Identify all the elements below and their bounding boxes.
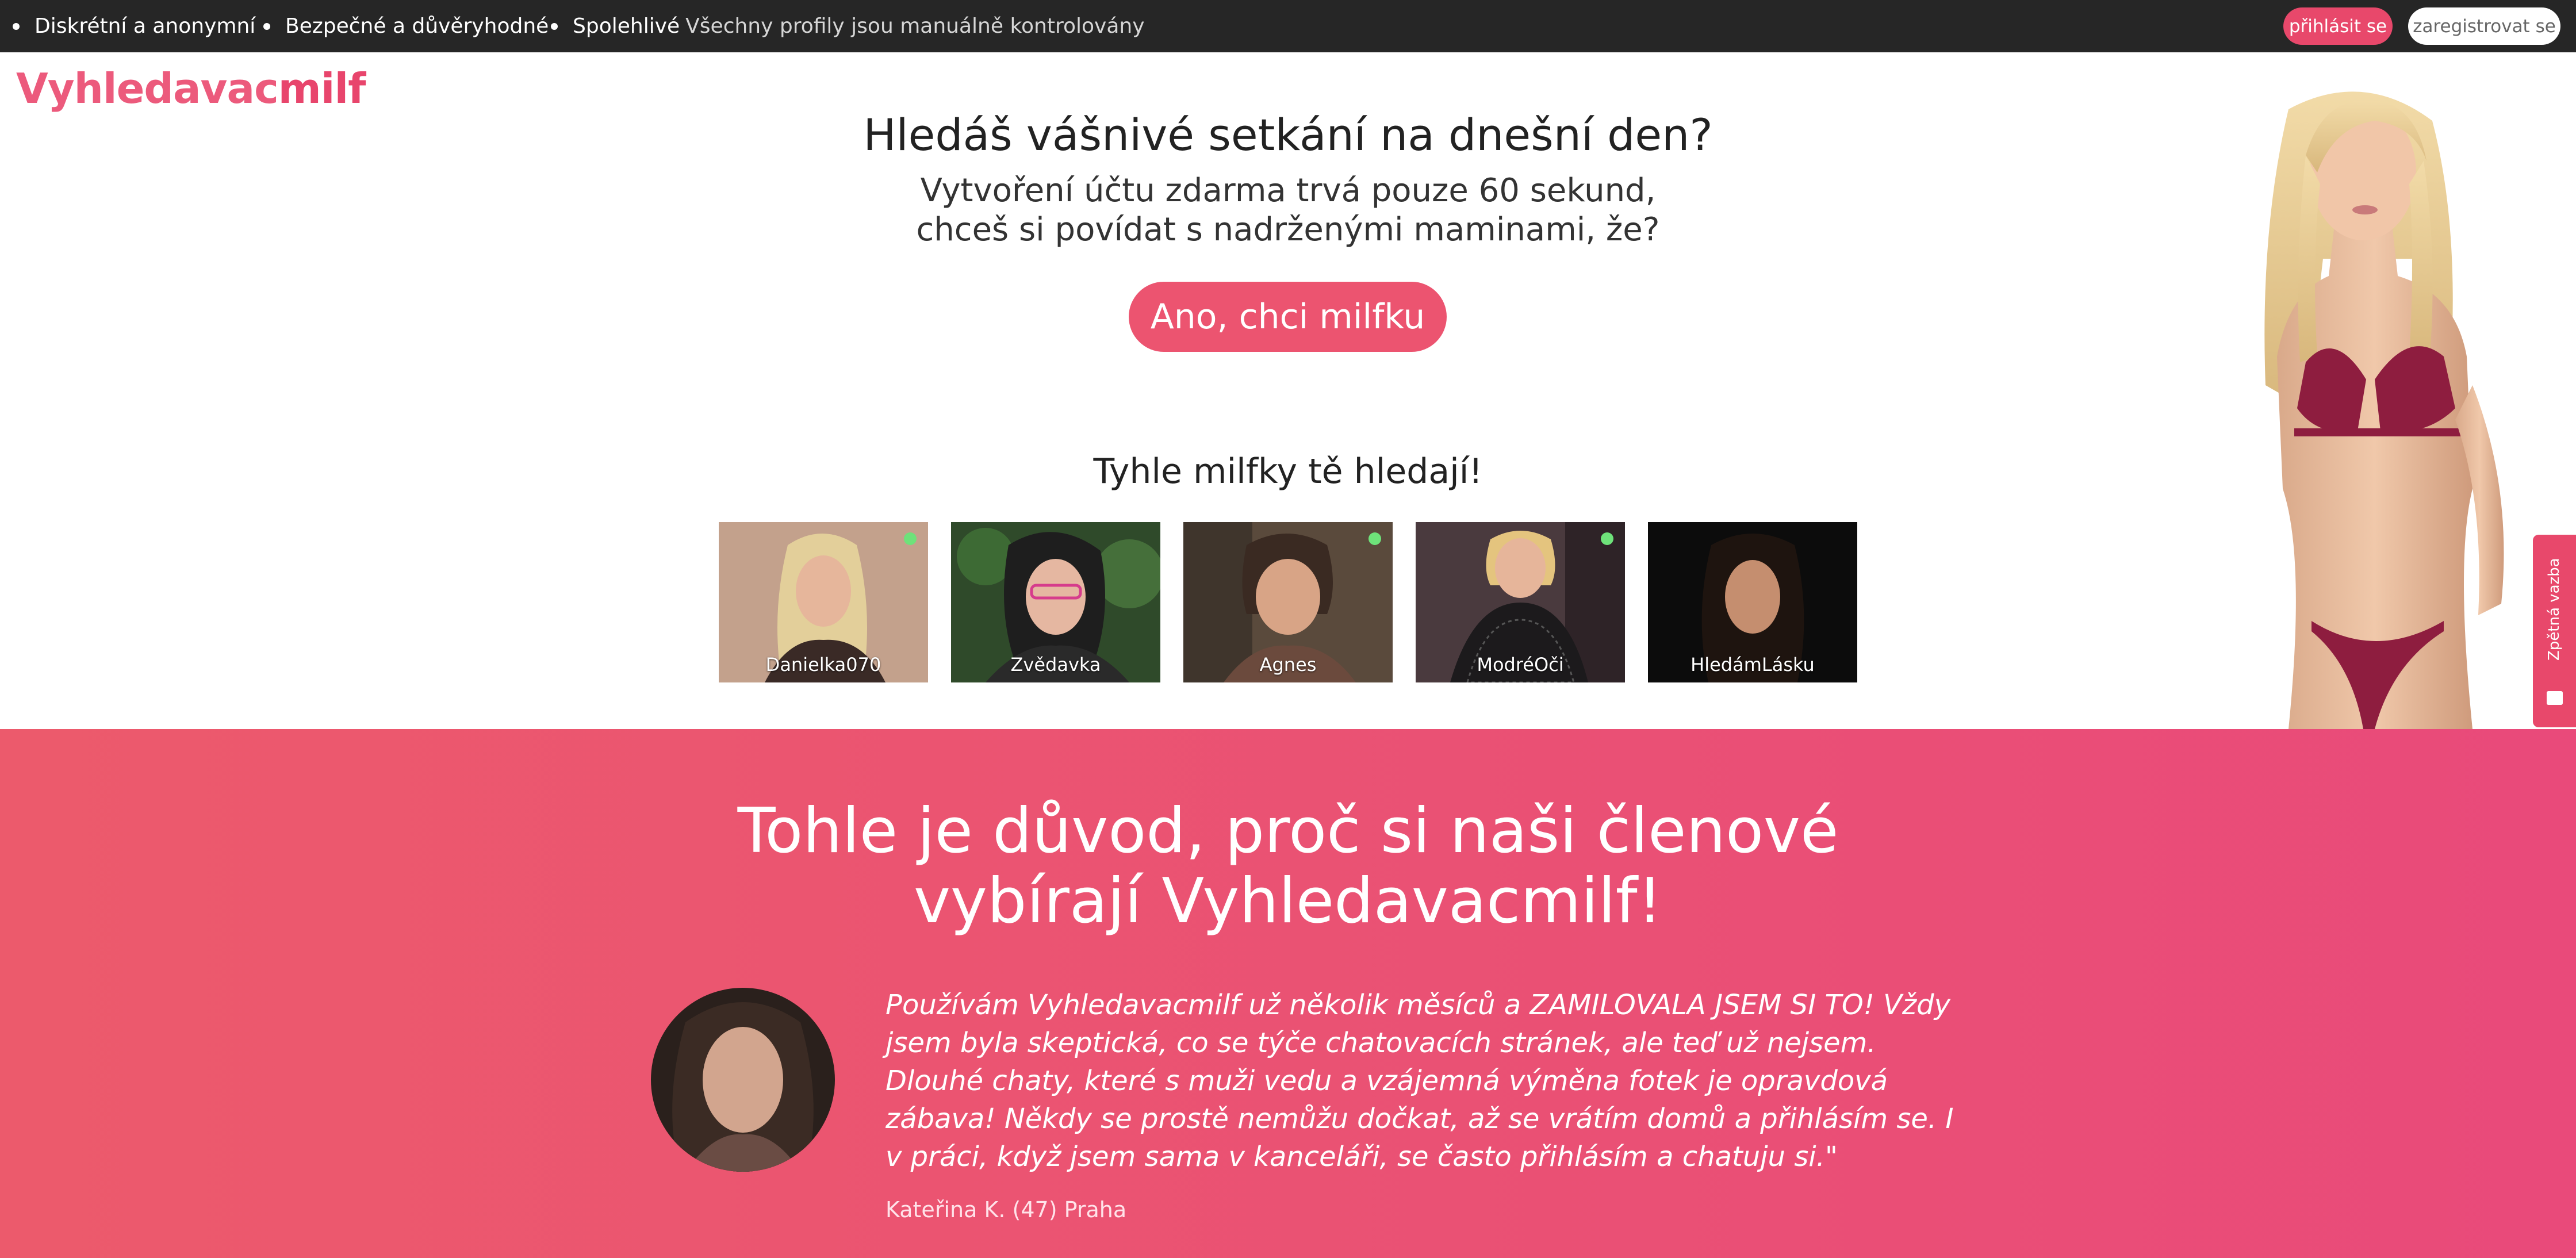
hero-model-image [2264, 91, 2504, 729]
hero-subtitle-line1: Vytvoření účtu zdarma trvá pouze 60 seku… [920, 172, 1656, 209]
testimonial-quote: Používám Vyhledavacmilf už několik měsíc… [885, 989, 1954, 1173]
profile-card[interactable]: Agnes [1183, 522, 1393, 682]
feedback-label: Zpětná vazba [2546, 558, 2563, 661]
profile-card[interactable]: ModréOči [1416, 522, 1625, 682]
logo-text-part2: milf [278, 64, 366, 113]
avatar-photo [651, 988, 835, 1172]
login-button[interactable]: přihlásit se [2283, 7, 2393, 45]
profile-name: Danielka070 [765, 654, 881, 676]
feature-item-reliable: Spolehlivé Všechny profily jsou manuálně… [551, 0, 1145, 52]
feature-item-discreet: Diskrétní a anonymní [13, 0, 255, 52]
site-logo[interactable]: Vyhledavacmilf [16, 64, 366, 113]
bullet-icon [551, 22, 558, 30]
online-indicator-icon [904, 532, 917, 545]
feedback-tab[interactable]: Zpětná vazba [2533, 535, 2576, 727]
cta-button[interactable]: Ano, chci milfku [1129, 282, 1447, 352]
feature-description: Všechny profily jsou manuálně kontrolová… [685, 14, 1145, 38]
online-indicator-icon [1601, 532, 1613, 545]
bullet-icon [263, 22, 270, 30]
feature-label: Bezpečné a důvěryhodné [285, 14, 549, 38]
online-indicator-icon [1368, 532, 1381, 545]
hero-subtitle: Vytvoření účtu zdarma trvá pouze 60 seku… [747, 171, 1828, 250]
profiles-section-title: Tyhle milfky tě hledají! [1093, 451, 1483, 492]
profile-card[interactable]: Danielka070 [719, 522, 928, 682]
logo-text-part1: Vyhledavac [16, 64, 279, 113]
testimonial-section-title: Tohle je důvod, proč si naši členové vyb… [737, 795, 1839, 937]
feature-label: Diskrétní a anonymní [34, 14, 256, 38]
profile-name: HledámLásku [1690, 654, 1815, 676]
testimonial-avatar [651, 988, 835, 1172]
feature-label: Spolehlivé [573, 14, 680, 38]
testimonial-author: Kateřina K. (47) Praha [885, 1197, 1127, 1222]
feedback-icon [2547, 691, 2563, 705]
top-bar: Diskrétní a anonymní Bezpečné a důvěryho… [0, 0, 2576, 52]
profile-card[interactable]: Zvědavka [951, 522, 1160, 682]
register-button[interactable]: zaregistrovat se [2408, 7, 2560, 45]
hero-subtitle-line2: chceš si povídat s nadrženými maminami, … [916, 211, 1660, 248]
profile-name: ModréOči [1477, 654, 1564, 676]
hero-title: Hledáš vášnivé setkání na dnešní den? [863, 109, 1713, 160]
bullet-icon [13, 22, 20, 30]
profile-card[interactable]: HledámLásku [1648, 522, 1857, 682]
profile-name: Zvědavka [1010, 654, 1101, 676]
profile-name: Agnes [1259, 654, 1317, 676]
feature-item-secure: Bezpečné a důvěryhodné [263, 0, 549, 52]
